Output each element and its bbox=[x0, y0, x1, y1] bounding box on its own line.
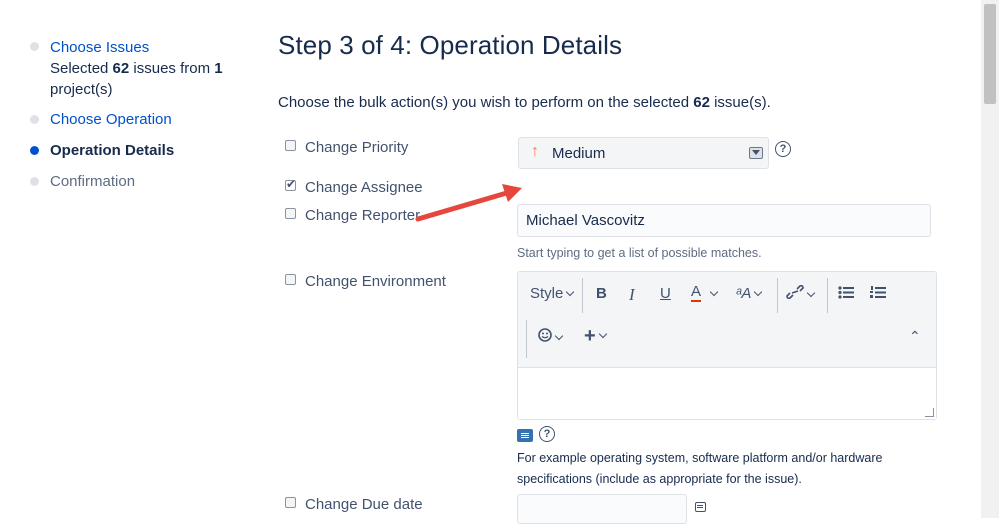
step-indicator-choose-issues bbox=[30, 42, 39, 51]
change-reporter-label: Change Reporter bbox=[305, 207, 421, 224]
italic-button[interactable]: I bbox=[629, 285, 635, 305]
assignee-hint: Start typing to get a list of possible m… bbox=[517, 246, 762, 260]
change-priority-checkbox[interactable] bbox=[285, 140, 296, 151]
bullet-list-icon bbox=[838, 286, 854, 299]
change-environment-checkbox[interactable] bbox=[285, 274, 296, 285]
environment-editor: Style B I U A ᵃA + ⌃ bbox=[517, 271, 937, 420]
toolbar-divider bbox=[827, 278, 828, 313]
change-assignee-label: Change Assignee bbox=[305, 179, 423, 196]
toolbar-divider bbox=[777, 278, 778, 313]
due-date-input[interactable] bbox=[517, 494, 687, 524]
editor-toolbar: Style B I U A ᵃA + ⌃ bbox=[518, 272, 936, 368]
calendar-icon[interactable] bbox=[695, 502, 706, 512]
environment-description: For example operating system, software p… bbox=[517, 451, 883, 486]
toolbar-divider bbox=[526, 320, 527, 358]
scrollbar-thumb[interactable] bbox=[984, 4, 996, 104]
insert-button[interactable]: + bbox=[584, 325, 607, 348]
intro-text: Choose the bulk action(s) you wish to pe… bbox=[278, 94, 771, 111]
change-environment-label: Change Environment bbox=[305, 273, 446, 290]
step-indicator-confirmation bbox=[30, 177, 39, 186]
step-confirmation: Confirmation bbox=[50, 173, 136, 190]
change-assignee-checkbox[interactable]: ✔ bbox=[285, 177, 297, 191]
numbered-list-button[interactable] bbox=[870, 286, 886, 303]
environment-textarea[interactable] bbox=[518, 368, 936, 419]
collapse-toolbar-button[interactable]: ⌃ bbox=[909, 328, 921, 345]
page-title: Step 3 of 4: Operation Details bbox=[278, 30, 623, 60]
more-formatting-button[interactable]: ᵃA bbox=[736, 285, 763, 302]
help-icon[interactable]: ? bbox=[775, 141, 791, 157]
checkmark-icon: ✔ bbox=[286, 177, 297, 191]
step-indicator-choose-operation bbox=[30, 115, 39, 124]
change-due-date-checkbox[interactable] bbox=[285, 497, 296, 508]
page-scrollbar[interactable] bbox=[981, 0, 999, 518]
priority-value: Medium bbox=[552, 145, 606, 162]
text-color-dropdown[interactable] bbox=[707, 285, 719, 302]
bullet-list-button[interactable] bbox=[838, 286, 854, 303]
step-link-choose-operation[interactable]: Choose Operation bbox=[50, 111, 172, 128]
selection-summary: Selected 62 issues from 1 project(s) bbox=[50, 60, 223, 98]
assignee-input[interactable] bbox=[517, 204, 931, 237]
dropdown-icon[interactable] bbox=[749, 147, 763, 159]
help-icon[interactable]: ? bbox=[539, 426, 555, 442]
change-priority-label: Change Priority bbox=[305, 139, 409, 156]
underline-button[interactable]: U bbox=[660, 285, 671, 302]
style-dropdown[interactable]: Style bbox=[530, 285, 575, 302]
step-indicator-operation-details bbox=[30, 146, 39, 155]
emoticon-button[interactable] bbox=[538, 328, 564, 346]
change-due-date-label: Change Due date bbox=[305, 496, 423, 513]
link-icon bbox=[786, 284, 804, 300]
link-button[interactable] bbox=[786, 284, 816, 303]
bold-button[interactable]: B bbox=[596, 285, 607, 302]
numbered-list-icon bbox=[870, 286, 886, 298]
wiki-markup-icon[interactable] bbox=[517, 429, 533, 442]
priority-select[interactable]: ↑ Medium bbox=[518, 137, 769, 169]
change-reporter-checkbox[interactable] bbox=[285, 208, 296, 219]
text-color-button[interactable]: A bbox=[691, 283, 702, 302]
resize-handle[interactable] bbox=[925, 408, 934, 417]
emoticon-icon bbox=[538, 328, 552, 342]
toolbar-divider bbox=[582, 278, 583, 313]
annotation-arrow bbox=[415, 184, 522, 222]
step-current-operation-details: Operation Details bbox=[50, 142, 175, 159]
arrow-up-icon: ↑ bbox=[531, 143, 539, 160]
step-link-choose-issues[interactable]: Choose Issues bbox=[50, 39, 149, 56]
